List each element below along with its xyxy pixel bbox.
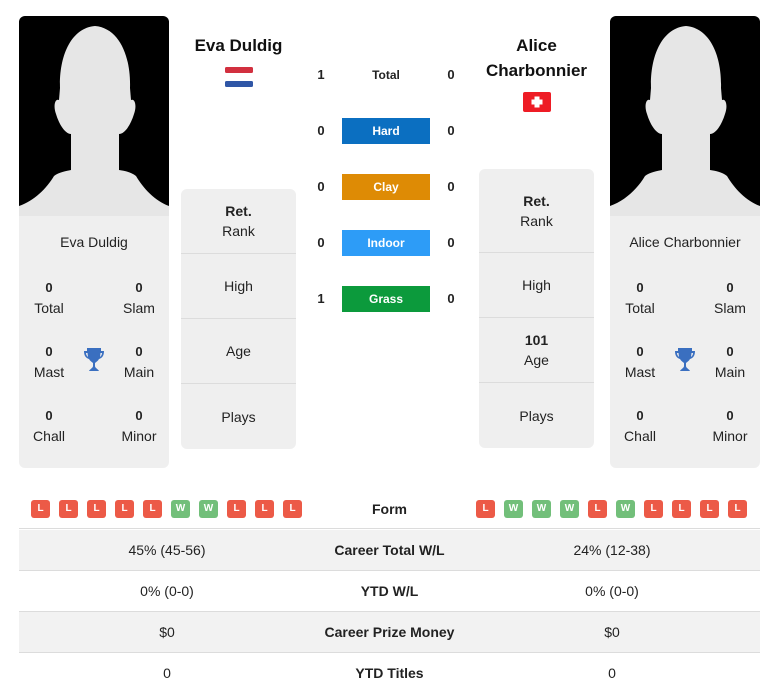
player1-form-badge[interactable]: W — [199, 500, 218, 518]
player1-card-name: Eva Duldig — [60, 234, 128, 250]
player1-form-badge[interactable]: L — [283, 500, 302, 518]
form-label: Form — [372, 501, 407, 517]
player1-age: Age — [181, 319, 296, 384]
form-row: LLLLLWWLLL Form LWWWLWLLLL — [19, 490, 760, 529]
silhouette-icon — [610, 26, 760, 216]
player1-form-badge[interactable]: L — [59, 500, 78, 518]
player1-total-titles: 0 Total — [34, 280, 64, 316]
player2-high: High — [479, 253, 594, 318]
trophy-icon — [675, 348, 695, 371]
player2-form-badge[interactable]: W — [504, 500, 523, 518]
player2-total-titles: 0 Total — [625, 280, 655, 316]
switzerland-flag-icon — [523, 92, 551, 112]
player2-rank: Ret. Rank — [479, 169, 594, 253]
stat-row-ytd-titles: 0 YTD Titles 0 — [163, 665, 616, 681]
stat-row-ytd-wl: 0% (0-0) YTD W/L 0% (0-0) — [19, 571, 760, 612]
surface-total: Total — [372, 68, 400, 82]
surface-indoor-badge[interactable]: Indoor — [342, 230, 430, 256]
h2h-hard: 0 Hard 0 — [310, 118, 465, 144]
player2-minor-titles: 0 Minor — [712, 408, 748, 444]
player2-form-badge[interactable]: L — [672, 500, 691, 518]
h2h-clay: 0 Clay 0 — [310, 174, 465, 200]
player1-form-badge[interactable]: W — [171, 500, 190, 518]
player2-mast-titles: 0 Mast — [624, 344, 656, 380]
player2-age: 101 Age — [479, 318, 594, 383]
silhouette-icon — [19, 26, 169, 216]
player1-plays: Plays — [221, 408, 256, 425]
stat-row-career-wl: 45% (45-56) Career Total W/L 24% (12-38) — [19, 530, 760, 571]
player1-info-panel: Ret. Rank High Age Plays — [181, 189, 296, 449]
player2-card-name: Alice Charbonnier — [629, 234, 741, 250]
player2-form-badge[interactable]: L — [700, 500, 719, 518]
player1-name[interactable]: Eva Duldig — [181, 33, 296, 58]
surface-grass-badge[interactable]: Grass — [342, 286, 430, 312]
player1-chall-titles: 0 Chall — [33, 408, 65, 444]
player1-main-titles: 0 Main — [123, 344, 155, 380]
player1-photo — [19, 16, 169, 216]
player2-chall-titles: 0 Chall — [624, 408, 656, 444]
h2h-total: 1 Total 0 — [310, 62, 465, 88]
player1-form-badge[interactable]: L — [227, 500, 246, 518]
player1-high: High — [181, 254, 296, 319]
player2-card: Alice Charbonnier 0 Total 0 Slam 0 Mast … — [610, 16, 760, 468]
player2-form-badge[interactable]: L — [644, 500, 663, 518]
player2-name[interactable]: Alice Charbonnier — [479, 33, 594, 83]
h2h-grass: 1 Grass 0 — [310, 286, 465, 312]
stat-row-prize-money: $0 Career Prize Money $0 — [19, 612, 760, 653]
h2h-indoor: 0 Indoor 0 — [310, 230, 465, 256]
player2-main-titles: 0 Main — [714, 344, 746, 380]
player2-form-badge[interactable]: L — [476, 500, 495, 518]
player1-form-badge[interactable]: L — [31, 500, 50, 518]
player1-rank: Ret. Rank — [181, 189, 296, 254]
player1-form-badge[interactable]: L — [143, 500, 162, 518]
player2-form-badge[interactable]: L — [588, 500, 607, 518]
player1-slam-titles: 0 Slam — [123, 280, 155, 316]
player1-form-badge[interactable]: L — [115, 500, 134, 518]
surface-clay-badge[interactable]: Clay — [342, 174, 430, 200]
player1-form-badge[interactable]: L — [87, 500, 106, 518]
player1-minor-titles: 0 Minor — [121, 408, 157, 444]
player1-form-badge[interactable]: L — [255, 500, 274, 518]
netherlands-flag-icon — [225, 67, 253, 87]
player2-photo — [610, 16, 760, 216]
player2-plays: Plays — [519, 407, 554, 424]
player1-mast-titles: 0 Mast — [33, 344, 65, 380]
trophy-icon — [84, 348, 104, 371]
player2-form-badge[interactable]: W — [616, 500, 635, 518]
surface-hard-badge[interactable]: Hard — [342, 118, 430, 144]
player2-form-badge[interactable]: W — [532, 500, 551, 518]
player2-form-badge[interactable]: W — [560, 500, 579, 518]
player1-card: Eva Duldig 0 Total 0 Slam 0 Mast 0 Main … — [19, 16, 169, 468]
player2-info-panel: Ret. Rank High 101 Age Plays — [479, 169, 594, 448]
player2-form-badge[interactable]: L — [728, 500, 747, 518]
player2-slam-titles: 0 Slam — [714, 280, 746, 316]
